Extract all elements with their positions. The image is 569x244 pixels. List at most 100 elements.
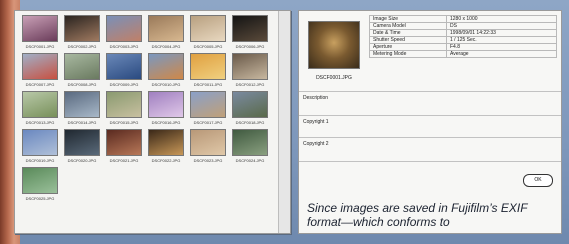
- meta-label: Shutter Speed: [369, 36, 447, 44]
- thumbnail-image: [148, 129, 184, 156]
- field-divider: [299, 161, 561, 162]
- article-caption: Since images are saved in Fujifilm’s EXI…: [307, 201, 528, 229]
- thumbnail-caption: DSCF0025.JPG: [25, 196, 55, 201]
- thumbnail-item[interactable]: DSCF0025.JPG: [20, 167, 60, 203]
- thumbnail-item[interactable]: DSCF0006.JPG: [230, 15, 270, 51]
- meta-label: Date & Time: [369, 29, 447, 37]
- vertical-scrollbar[interactable]: [278, 11, 290, 233]
- thumbnail-item[interactable]: DSCF0021.JPG: [104, 129, 144, 165]
- thumbnail-item[interactable]: DSCF0005.JPG: [188, 15, 228, 51]
- meta-row: Date & Time 1998/09/01 14:22:33: [369, 29, 557, 37]
- thumbnail-caption: DSCF0022.JPG: [151, 158, 181, 163]
- thumbnail-caption: DSCF0012.JPG: [235, 82, 265, 87]
- thumbnail-item[interactable]: DSCF0001.JPG: [20, 15, 60, 51]
- thumbnail-image: [22, 167, 58, 194]
- thumbnail-item[interactable]: DSCF0016.JPG: [146, 91, 186, 127]
- meta-row: Image Size 1280 x 1000: [369, 15, 557, 23]
- thumbnail-caption: DSCF0013.JPG: [25, 120, 55, 125]
- thumbnail-item[interactable]: DSCF0004.JPG: [146, 15, 186, 51]
- thumbnail-caption: DSCF0023.JPG: [193, 158, 223, 163]
- thumbnail-item[interactable]: DSCF0009.JPG: [104, 53, 144, 89]
- thumbnail-image: [22, 15, 58, 42]
- metadata-table: Image Size 1280 x 1000 Camera Model DS D…: [369, 15, 557, 58]
- thumbnail-image: [106, 91, 142, 118]
- thumbnail-caption: DSCF0017.JPG: [193, 120, 223, 125]
- thumbnail-image: [64, 129, 100, 156]
- thumbnail-caption: DSCF0020.JPG: [67, 158, 97, 163]
- thumbnail-item[interactable]: DSCF0011.JPG: [188, 53, 228, 89]
- preview-filename: DSCF0001.JPG: [316, 75, 352, 81]
- thumbnail-image: [232, 53, 268, 80]
- meta-row: Camera Model DS: [369, 22, 557, 30]
- thumbnail-caption: DSCF0021.JPG: [109, 158, 139, 163]
- thumbnail-image: [190, 15, 226, 42]
- thumbnail-item[interactable]: DSCF0003.JPG: [104, 15, 144, 51]
- thumbnail-image: [22, 53, 58, 80]
- thumbnail-item[interactable]: DSCF0008.JPG: [62, 53, 102, 89]
- thumbnail-image: [190, 129, 226, 156]
- thumbnail-caption: DSCF0009.JPG: [109, 82, 139, 87]
- thumbnail-image: [148, 15, 184, 42]
- thumbnail-image: [148, 53, 184, 80]
- thumbnail-image: [106, 53, 142, 80]
- copyright1-label: Copyright 1: [303, 119, 329, 125]
- meta-value: F4.8: [446, 43, 557, 51]
- thumbnail-image: [232, 129, 268, 156]
- thumbnail-image: [22, 91, 58, 118]
- thumbnail-item[interactable]: DSCF0018.JPG: [230, 91, 270, 127]
- image-info-window: DSCF0001.JPG Image Size 1280 x 1000 Came…: [298, 10, 562, 234]
- meta-label: Camera Model: [369, 22, 447, 30]
- thumbnail-browser-window: DSCF0001.JPG DSCF0002.JPG DSCF0003.JPG DSCF…: [14, 10, 291, 234]
- thumbnail-item[interactable]: DSCF0017.JPG: [188, 91, 228, 127]
- thumbnail-item[interactable]: DSCF0023.JPG: [188, 129, 228, 165]
- thumbnail-image: [232, 15, 268, 42]
- meta-label: Image Size: [369, 15, 447, 23]
- thumbnail-item[interactable]: DSCF0012.JPG: [230, 53, 270, 89]
- ok-button[interactable]: OK: [523, 174, 553, 187]
- meta-value: Average: [446, 50, 557, 58]
- preview-panel: DSCF0001.JPG: [303, 15, 365, 87]
- meta-value: 1280 x 1000: [446, 15, 557, 23]
- thumbnail-item[interactable]: DSCF0020.JPG: [62, 129, 102, 165]
- thumbnail-caption: DSCF0024.JPG: [235, 158, 265, 163]
- thumbnail-image: [64, 91, 100, 118]
- thumbnail-caption: DSCF0005.JPG: [193, 44, 223, 49]
- meta-label: Metering Mode: [369, 50, 447, 58]
- thumbnail-item[interactable]: DSCF0014.JPG: [62, 91, 102, 127]
- thumbnail-caption: DSCF0015.JPG: [109, 120, 139, 125]
- thumbnail-item[interactable]: DSCF0002.JPG: [62, 15, 102, 51]
- thumbnail-image: [148, 91, 184, 118]
- thumbnail-caption: DSCF0008.JPG: [67, 82, 97, 87]
- preview-image: [308, 21, 360, 69]
- meta-row: Metering Mode Average: [369, 50, 557, 58]
- thumbnail-item[interactable]: DSCF0010.JPG: [146, 53, 186, 89]
- thumbnail-caption: DSCF0016.JPG: [151, 120, 181, 125]
- thumbnail-caption: DSCF0011.JPG: [193, 82, 223, 87]
- thumbnail-caption: DSCF0002.JPG: [67, 44, 97, 49]
- thumbnail-item[interactable]: DSCF0013.JPG: [20, 91, 60, 127]
- meta-row: Aperture F4.8: [369, 43, 557, 51]
- thumbnail-caption: DSCF0006.JPG: [235, 44, 265, 49]
- thumbnail-caption: DSCF0018.JPG: [235, 120, 265, 125]
- thumbnail-caption: DSCF0001.JPG: [25, 44, 55, 49]
- thumbnail-image: [106, 15, 142, 42]
- meta-value: 1 / 125 Sec.: [446, 36, 557, 44]
- field-divider: [299, 91, 561, 92]
- description-label: Description: [303, 95, 329, 101]
- thumbnail-item[interactable]: DSCF0024.JPG: [230, 129, 270, 165]
- meta-row: Shutter Speed 1 / 125 Sec.: [369, 36, 557, 44]
- thumbnail-item[interactable]: DSCF0019.JPG: [20, 129, 60, 165]
- thumbnail-item[interactable]: DSCF0015.JPG: [104, 91, 144, 127]
- thumbnail-item[interactable]: DSCF0022.JPG: [146, 129, 186, 165]
- thumbnail-item[interactable]: DSCF0007.JPG: [20, 53, 60, 89]
- thumbnail-caption: DSCF0010.JPG: [151, 82, 181, 87]
- thumbnail-image: [64, 53, 100, 80]
- field-divider: [299, 115, 561, 116]
- thumbnail-caption: DSCF0007.JPG: [25, 82, 55, 87]
- thumbnail-caption: DSCF0019.JPG: [25, 158, 55, 163]
- meta-label: Aperture: [369, 43, 447, 51]
- meta-value: 1998/09/01 14:22:33: [446, 29, 557, 37]
- meta-value: DS: [446, 22, 557, 30]
- thumbnail-caption: DSCF0003.JPG: [109, 44, 139, 49]
- thumbnail-image: [232, 91, 268, 118]
